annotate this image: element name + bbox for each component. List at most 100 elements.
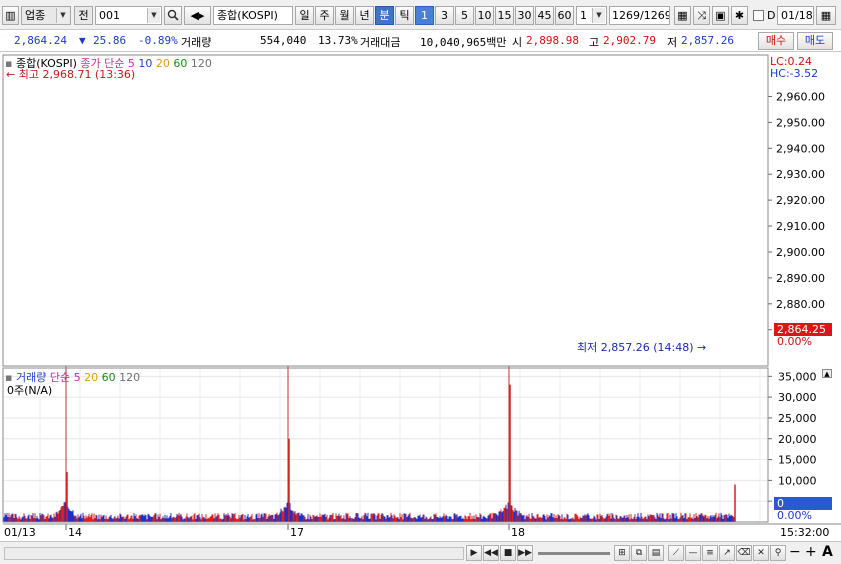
volume-tick-label: 15,000 [778, 454, 817, 467]
fibonacci-icon: ≡ [706, 548, 714, 558]
speaker-icon: ◀▸ [190, 9, 205, 22]
interval-button-10[interactable]: 10 [475, 6, 494, 25]
delete-button[interactable]: ✕ [753, 545, 769, 561]
compare-button[interactable]: ⤨ [693, 6, 710, 25]
open-label: 시 [512, 36, 523, 49]
period-button-tick[interactable]: 틱 [395, 6, 414, 25]
horizontal-line-button[interactable]: — [685, 545, 701, 561]
volume-legend-ma-label[interactable]: 단순 [50, 371, 70, 384]
text-tool-button[interactable]: A [822, 544, 833, 560]
left-arrow-icon: ← [6, 68, 16, 81]
volume-tick-label: 35,000 [778, 370, 817, 383]
date-label: D [767, 9, 776, 22]
table-button[interactable]: ▤ [648, 545, 664, 561]
amount-value: 10,040,965백만 [420, 36, 507, 49]
volume-tick-label: 20,000 [778, 433, 817, 446]
layout-button[interactable]: ▦ [674, 6, 691, 25]
chart-canvas[interactable]: 2,960.00 2,950.00 2,940.00 2,930.00 2,920.00… [0, 52, 841, 541]
legend-ma120: 120 [190, 57, 212, 70]
period-button-week[interactable]: 주 [315, 6, 334, 25]
horizontal-scrollbar[interactable] [4, 547, 464, 560]
zoom-out-button[interactable]: − [789, 544, 801, 560]
quote-bar: 2,864.24 ▼ 25.86 -0.89% 거래량 554,040 13.7… [0, 30, 841, 52]
interval-button-30[interactable]: 30 [515, 6, 534, 25]
crosshair-button[interactable]: ⊞ [614, 545, 630, 561]
date-checkbox[interactable] [753, 10, 764, 21]
interval-button-60[interactable]: 60 [555, 6, 574, 25]
zoom-in-button[interactable]: + [805, 544, 817, 560]
play-icon: ▶ [470, 548, 478, 558]
right-arrow-icon: → [697, 341, 707, 354]
code-input[interactable]: 001 ▼ [95, 6, 162, 25]
compare-chart-button[interactable]: ⧉ [631, 545, 647, 561]
eraser-button[interactable]: ⌫ [736, 545, 752, 561]
stop-icon: ■ [503, 548, 513, 558]
prev-button[interactable]: 전 [74, 6, 93, 25]
speed-slider[interactable] [538, 552, 610, 555]
legend-ma10: 10 [138, 57, 153, 70]
gear-icon: ✱ [734, 9, 745, 22]
price-pane-frame [2, 54, 769, 367]
interval-select[interactable]: 1 ▼ [576, 6, 607, 25]
interval-button-1[interactable]: 1 [415, 6, 434, 25]
chart-type-icon[interactable]: ▥ [2, 6, 19, 25]
price-tick-label: 2,940.00 [776, 142, 825, 155]
volume-label: 거래량 [181, 36, 212, 49]
search-button[interactable] [164, 6, 182, 25]
date-input[interactable]: 01/18 [777, 6, 814, 25]
toolbar: ▥ 업종 ▼ 전 001 ▼ ◀▸ 종합(KOSPI) 일 주 월 년 분 틱 … [0, 0, 841, 30]
save-button[interactable]: ▣ [712, 6, 729, 25]
interval-button-15[interactable]: 15 [495, 6, 514, 25]
sound-button[interactable]: ◀▸ [184, 6, 211, 25]
market-select[interactable]: 업종 ▼ [21, 6, 71, 25]
arrow-tool-button[interactable]: ↗ [719, 545, 735, 561]
bottom-toolbar: ▶ ◀◀ ■ ▶▶ ⊞ ⧉ ▤ ⟋ — ≡ ↗ ⌫ ✕ ⚲ − + A [0, 541, 841, 564]
count-input[interactable]: 1269/1269 [609, 6, 670, 25]
close-icon: ✕ [757, 548, 765, 558]
search-icon [167, 9, 179, 21]
crosshair-icon: ⊞ [618, 548, 626, 558]
table-icon: ▤ [651, 548, 661, 558]
open-value: 2,898.98 [526, 34, 579, 47]
high-label: 고 [589, 36, 600, 49]
sell-button[interactable]: 매도 [797, 32, 833, 50]
save-icon: ▣ [715, 9, 726, 22]
trendline-button[interactable]: ⟋ [668, 545, 684, 561]
zoom-button[interactable]: ⚲ [770, 545, 786, 561]
scroll-first-button[interactable]: ◀◀ [483, 545, 499, 561]
buy-button[interactable]: 매수 [758, 32, 794, 50]
name-field: 종합(KOSPI) [213, 6, 293, 25]
x-label-18: 18 [511, 526, 525, 539]
price-tick-label: 2,950.00 [776, 116, 825, 129]
axis-labels: 2,960.00 2,950.00 2,940.00 2,930.00 2,920.00… [776, 90, 825, 508]
market-select-value: 업종 [25, 9, 46, 22]
interval-select-value: 1 [580, 9, 587, 22]
volume-pane-frame [2, 367, 769, 523]
price-tick-label: 2,910.00 [776, 220, 825, 233]
period-button-minute[interactable]: 분 [375, 6, 394, 25]
interval-button-3[interactable]: 3 [435, 6, 454, 25]
settings-button[interactable]: ✱ [731, 6, 748, 25]
fibonacci-button[interactable]: ≡ [702, 545, 718, 561]
stop-button[interactable]: ■ [500, 545, 516, 561]
chevron-down-icon: ▼ [147, 8, 160, 23]
eraser-icon: ⌫ [737, 548, 751, 558]
price-tick-label: 2,920.00 [776, 194, 825, 207]
period-button-month[interactable]: 월 [335, 6, 354, 25]
change-value: 25.86 [93, 34, 127, 47]
period-button-year[interactable]: 년 [355, 6, 374, 25]
interval-button-5[interactable]: 5 [455, 6, 474, 25]
volume-legend-ma20: 20 [84, 371, 99, 384]
trendline-icon: ⟋ [672, 548, 680, 558]
period-button-day[interactable]: 일 [295, 6, 314, 25]
calendar-button[interactable]: ▦ [816, 6, 836, 25]
interval-button-45[interactable]: 45 [535, 6, 554, 25]
scroll-right-button[interactable]: ▶ [466, 545, 482, 561]
high-annotation-text: 최고 2,968.71 (13:36) [18, 68, 136, 81]
volume-tick-label: 25,000 [778, 412, 817, 425]
volume-legend-ma120: 120 [119, 371, 141, 384]
volume-current-pct: 0.00% [777, 509, 812, 522]
volume-maximize-button[interactable]: ▲ [822, 369, 832, 378]
x-label-17: 17 [290, 526, 304, 539]
scroll-last-button[interactable]: ▶▶ [517, 545, 533, 561]
